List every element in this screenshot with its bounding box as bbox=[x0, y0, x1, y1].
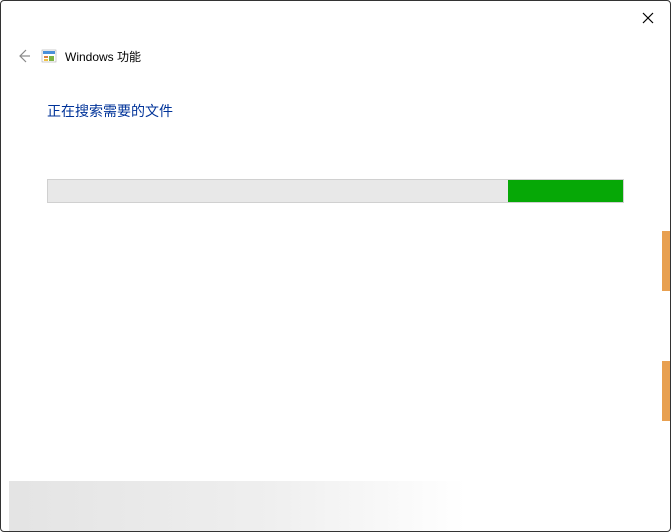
background-hint bbox=[662, 231, 670, 431]
header: Windows 功能 bbox=[1, 31, 670, 73]
back-button[interactable] bbox=[15, 47, 33, 65]
windows-features-icon bbox=[41, 48, 57, 64]
titlebar bbox=[1, 1, 670, 31]
status-text: 正在搜索需要的文件 bbox=[47, 101, 624, 121]
progress-bar bbox=[47, 179, 624, 203]
window-title: Windows 功能 bbox=[65, 48, 141, 65]
progress-fill bbox=[508, 180, 623, 202]
back-arrow-icon bbox=[16, 48, 32, 64]
close-button[interactable] bbox=[638, 9, 658, 29]
footer-area bbox=[9, 481, 662, 531]
content-area: 正在搜索需要的文件 bbox=[1, 73, 670, 203]
close-icon bbox=[642, 11, 654, 27]
